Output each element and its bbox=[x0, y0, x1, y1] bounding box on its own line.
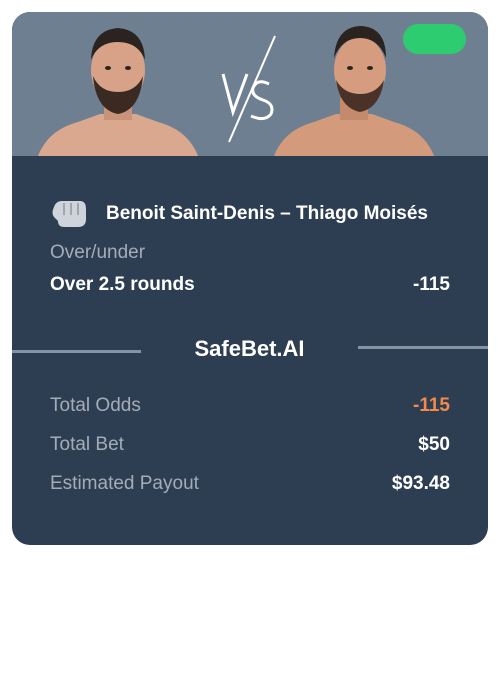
bet-selection-odds: -115 bbox=[413, 274, 450, 295]
left-fighter-photo bbox=[38, 28, 198, 156]
estimated-payout-value: $93.48 bbox=[391, 473, 450, 494]
brand-name: SafeBet.AI bbox=[194, 336, 305, 361]
divider-left bbox=[12, 350, 141, 353]
bet-selection-row: Over 2.5 rounds -115 bbox=[50, 274, 450, 296]
status-toggle[interactable] bbox=[403, 24, 466, 54]
bet-selection: Over 2.5 rounds bbox=[50, 274, 195, 295]
estimated-payout-label: Estimated Payout bbox=[50, 473, 199, 494]
total-bet-row: Total Bet $50 bbox=[50, 434, 450, 456]
total-odds-row: Total Odds -115 bbox=[50, 395, 450, 417]
market-type-label: Over/under bbox=[50, 242, 146, 263]
fight-hero-banner bbox=[12, 12, 488, 156]
estimated-payout-row: Estimated Payout $93.48 bbox=[50, 473, 450, 495]
divider-right bbox=[358, 346, 488, 349]
total-bet-label: Total Bet bbox=[50, 434, 124, 455]
bet-slip-card: Benoit Saint-Denis – Thiago Moisés Over/… bbox=[12, 12, 488, 545]
total-odds-value: -115 bbox=[413, 395, 450, 416]
total-odds-label: Total Odds bbox=[50, 395, 141, 416]
boxing-glove-icon bbox=[52, 201, 86, 227]
total-bet-value: $50 bbox=[418, 434, 450, 455]
matchup-row: Benoit Saint-Denis – Thiago Moisés bbox=[50, 198, 480, 230]
matchup-title: Benoit Saint-Denis – Thiago Moisés bbox=[106, 203, 428, 224]
